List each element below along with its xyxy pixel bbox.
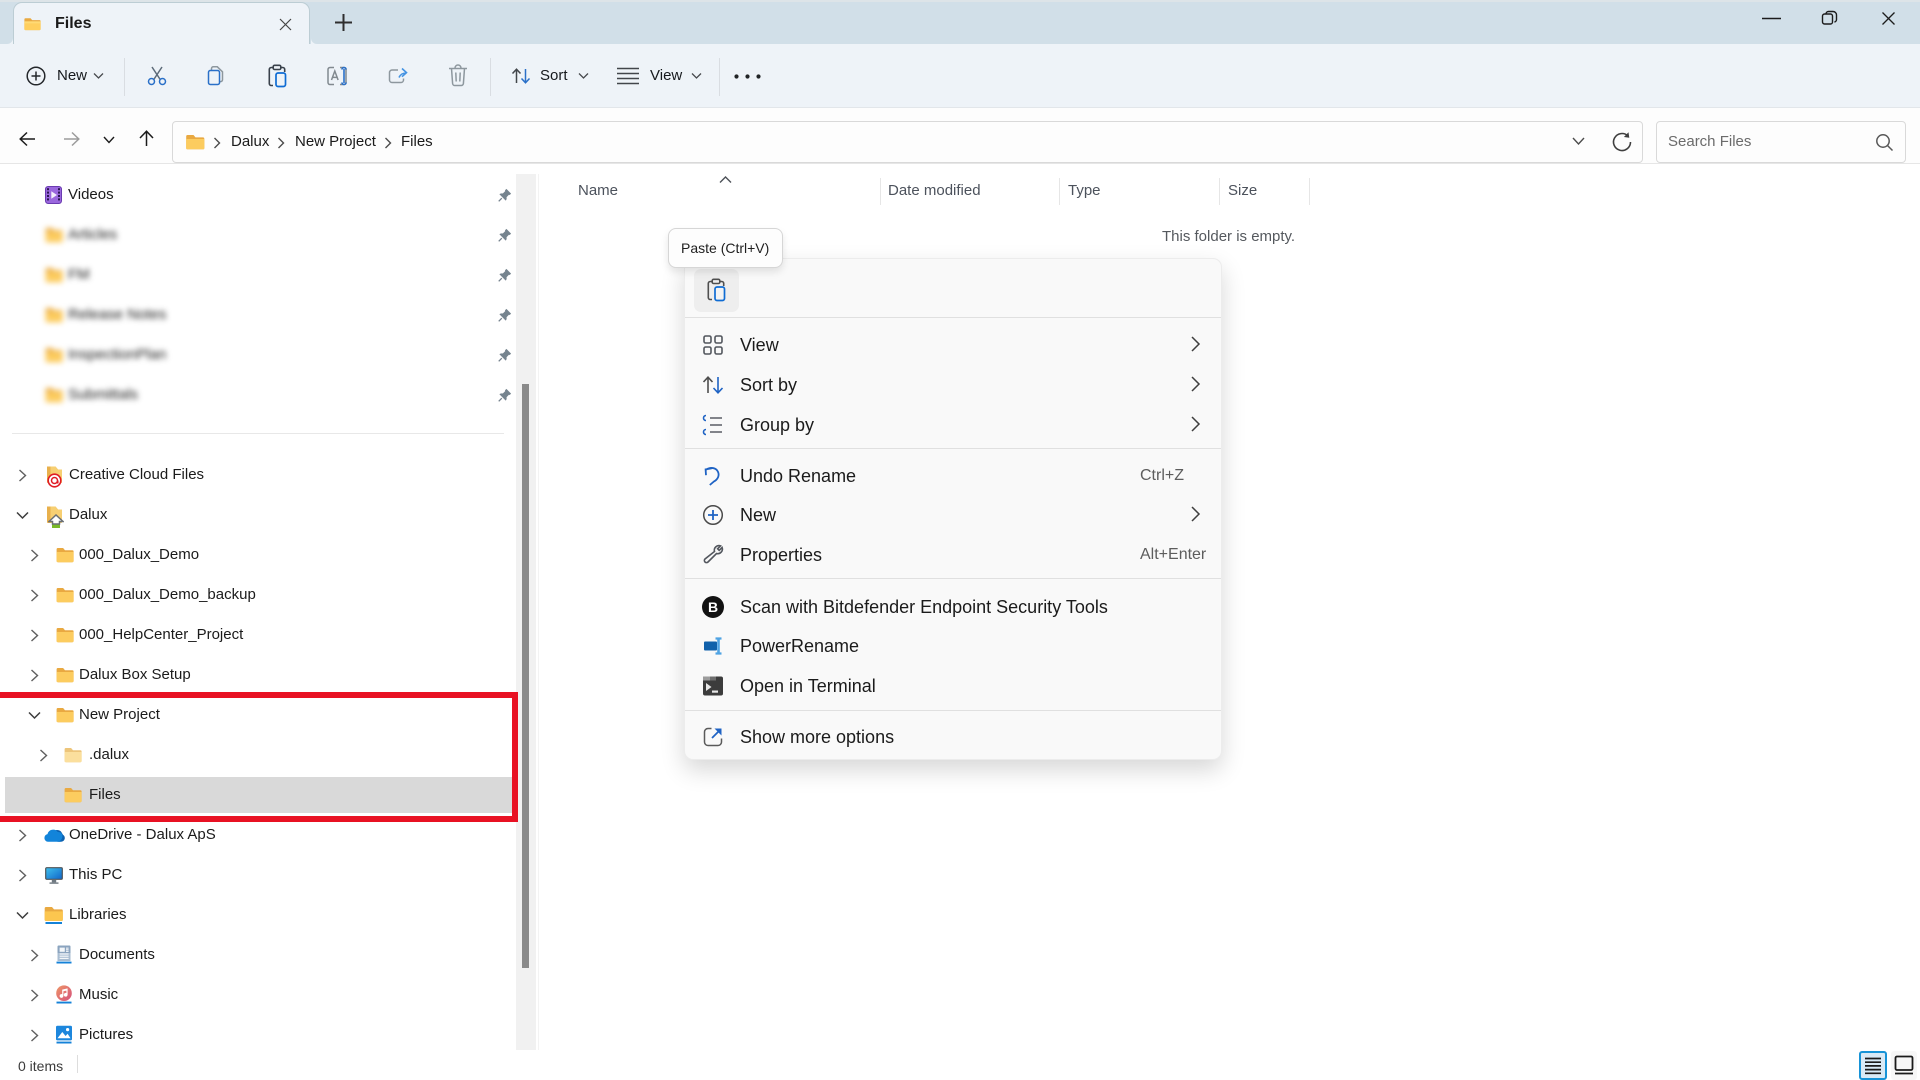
svg-text:B: B xyxy=(708,599,718,615)
